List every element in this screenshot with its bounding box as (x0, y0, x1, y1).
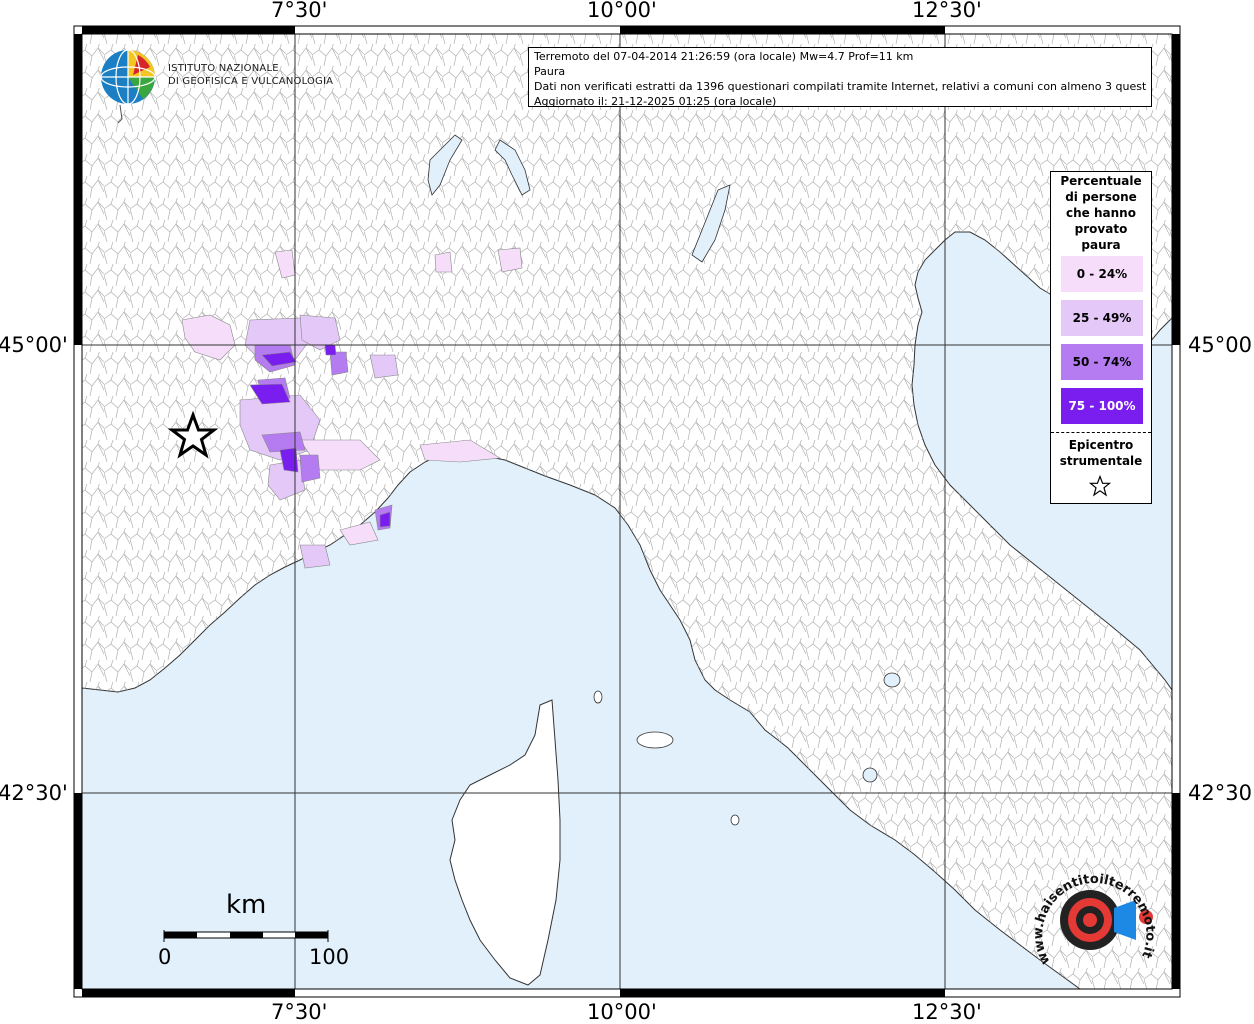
haisentito-logo-icon: www.haisentitoilterremoto.it (1031, 872, 1157, 967)
top-label-1: 7°30' (271, 0, 328, 22)
lake-bolsena (862, 767, 878, 783)
epicenter-label-line: Epicentro (1068, 438, 1134, 452)
right-label-2: 42°30' (1188, 781, 1254, 805)
felt-municipality-patch (369, 354, 399, 379)
legend-title-line: di persone (1065, 190, 1137, 204)
legend-title-line: Percentuale (1060, 174, 1142, 188)
event-title: Terremoto del 07-04-2014 21:26:59 (ora l… (534, 50, 914, 63)
ingv-name-line1: ISTITUTO NAZIONALE (168, 63, 279, 74)
top-label-2: 10°00' (587, 0, 657, 22)
ingv-name-line2: DI GEOFISICA E VULCANOLOGIA (168, 76, 334, 87)
island-elba (636, 731, 674, 749)
island-capraia (593, 690, 603, 704)
felt-municipality-patch (299, 454, 321, 483)
legend-class-50-74: 50 - 74% (1061, 344, 1143, 380)
scale-start: 0 (158, 945, 172, 969)
epicenter-label: Epicentro strumentale (1051, 437, 1151, 469)
bottom-label-1: 7°30' (271, 1000, 328, 1024)
lake-trasimeno (883, 672, 901, 688)
epicenter-label-line: strumentale (1059, 454, 1143, 468)
data-disclaimer: Dati non verificati estratti da 1396 que… (534, 80, 1146, 93)
left-label-2: 42°30' (0, 781, 68, 805)
felt-municipality-patch (497, 247, 523, 273)
left-label-1: 45°00' (0, 333, 68, 357)
felt-municipality-patch (261, 431, 306, 453)
map-parameter: Paura (534, 65, 566, 78)
event-info-box: Terremoto del 07-04-2014 21:26:59 (ora l… (528, 47, 1152, 108)
island-giglio (730, 814, 740, 826)
legend-class-25-49: 25 - 49% (1061, 300, 1143, 336)
legend-class-0-24: 0 - 24% (1061, 256, 1143, 292)
scale-bar (163, 930, 329, 942)
legend-title-line: che hanno (1066, 206, 1136, 220)
legend-class-75-100: 75 - 100% (1061, 388, 1143, 424)
legend-title: Percentuale di persone che hanno provato… (1051, 173, 1151, 253)
felt-municipality-patch (379, 511, 391, 528)
update-time: Aggiornato il: 21-12-2025 01:25 (ora loc… (534, 95, 777, 108)
legend-separator (1051, 432, 1151, 433)
legend-title-line: provato (1074, 222, 1128, 236)
legend: Percentuale di persone che hanno provato… (1050, 171, 1152, 504)
felt-municipality-patch (324, 344, 337, 356)
top-label-3: 12°30' (912, 0, 982, 22)
felt-municipality-patch (329, 351, 349, 376)
right-label-1: 45°00' (1188, 333, 1254, 357)
scale-end: 100 (309, 945, 350, 969)
felt-municipality-patch (434, 251, 453, 273)
legend-title-line: paura (1081, 238, 1121, 252)
felt-municipality-patch (299, 544, 331, 569)
bottom-label-2: 10°00' (587, 1000, 657, 1024)
star-icon (1089, 475, 1111, 497)
scale-unit: km (226, 890, 267, 920)
bottom-label-3: 12°30' (912, 1000, 982, 1024)
ingv-name: ISTITUTO NAZIONALE DI GEOFISICA E VULCAN… (168, 62, 333, 88)
